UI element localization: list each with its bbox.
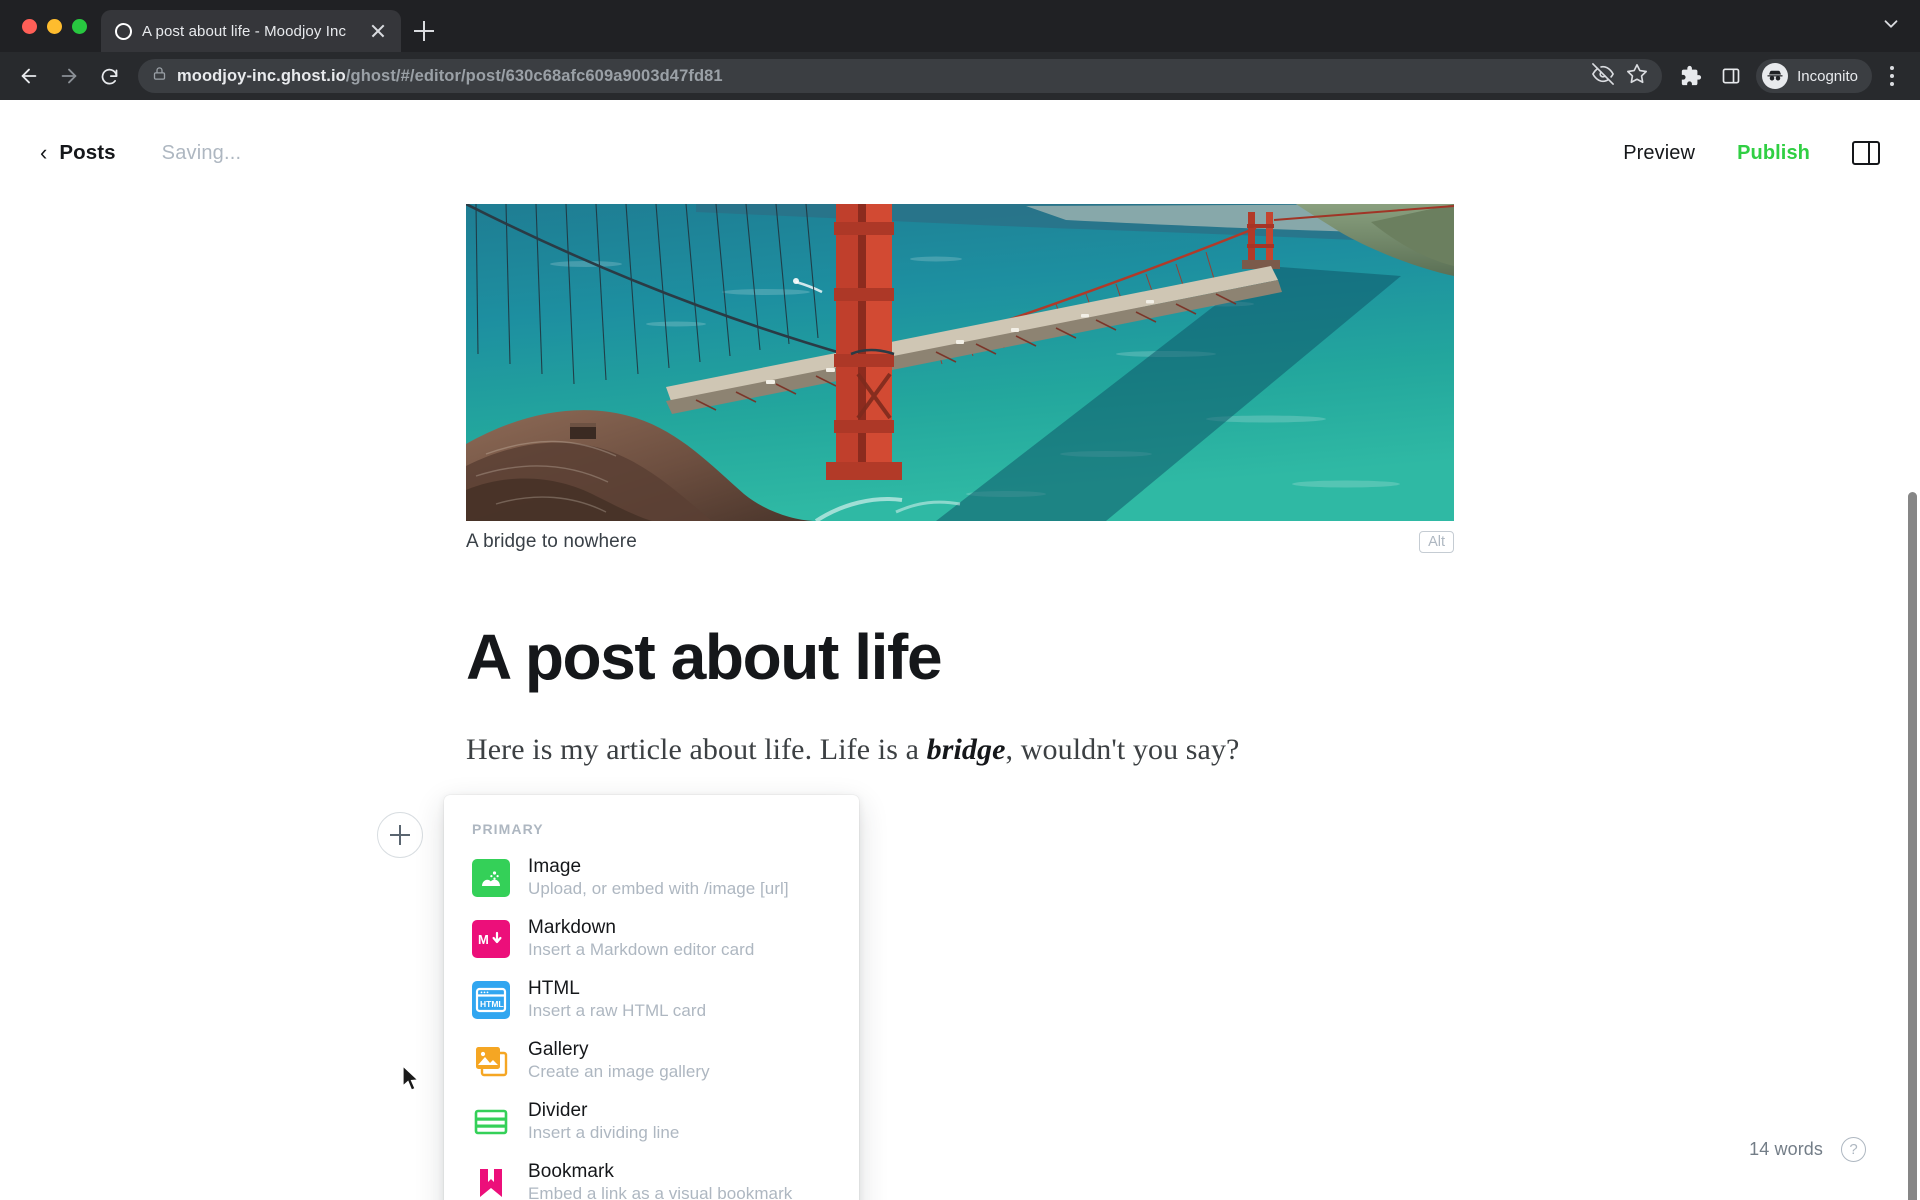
card-menu-item-texts: Bookmark Embed a link as a visual bookma… bbox=[528, 1161, 792, 1200]
html-card-icon: HTML bbox=[472, 980, 510, 1019]
post-title[interactable]: A post about life bbox=[466, 622, 1466, 692]
feature-image-caption-row: A bridge to nowhere Alt bbox=[466, 525, 1454, 559]
editor-status-bar: 14 words ? bbox=[1749, 1137, 1866, 1162]
card-menu-item-desc: Create an image gallery bbox=[528, 1062, 710, 1081]
new-tab-button[interactable] bbox=[401, 10, 447, 52]
back-icon[interactable] bbox=[10, 57, 48, 95]
card-menu-section-label: PRIMARY bbox=[472, 821, 544, 837]
window-traffic-lights bbox=[14, 0, 101, 52]
card-menu-item-desc: Insert a Markdown editor card bbox=[528, 940, 755, 959]
card-menu-item-desc: Upload, or embed with /image [url] bbox=[528, 879, 789, 898]
card-menu-item-texts: Divider Insert a dividing line bbox=[528, 1100, 679, 1143]
profile-incognito-button[interactable]: Incognito bbox=[1756, 59, 1872, 93]
omnibox-actions bbox=[1592, 62, 1648, 90]
minimize-window-button[interactable] bbox=[47, 18, 62, 34]
plus-icon bbox=[414, 21, 434, 41]
card-menu-item-texts: Gallery Create an image gallery bbox=[528, 1039, 710, 1082]
card-menu-item-gallery[interactable]: Gallery Create an image gallery bbox=[444, 1030, 859, 1091]
card-menu-item-title: Gallery bbox=[528, 1039, 589, 1060]
card-menu-item-desc: Insert a raw HTML card bbox=[528, 1001, 707, 1020]
tab-search-area bbox=[1880, 0, 1920, 52]
card-menu-item-texts: Markdown Insert a Markdown editor card bbox=[528, 917, 754, 960]
post-body-bold: bridge bbox=[926, 733, 1006, 766]
post-body-after: , wouldn't you say? bbox=[1005, 733, 1240, 766]
page-scrollbar-track[interactable] bbox=[1905, 100, 1920, 1200]
divider-card-icon bbox=[472, 1102, 510, 1141]
chevron-down-icon[interactable] bbox=[1880, 13, 1902, 40]
card-menu: PRIMARY Image Upload, or embed with /ima… bbox=[444, 795, 859, 1200]
reload-icon[interactable] bbox=[90, 57, 128, 95]
url-path: /ghost/#/editor/post/630c68afc609a9003d4… bbox=[345, 66, 723, 85]
page-scrollbar-thumb[interactable] bbox=[1908, 492, 1917, 1200]
card-menu-item-texts: HTML Insert a raw HTML card bbox=[528, 978, 706, 1021]
card-menu-item-title: Markdown bbox=[528, 917, 617, 938]
post-body-before: Here is my article about life. Life is a bbox=[466, 733, 927, 766]
preview-button[interactable]: Preview bbox=[1623, 142, 1695, 165]
word-count: 14 words bbox=[1749, 1139, 1823, 1159]
address-bar[interactable]: moodjoy-inc.ghost.io/ghost/#/editor/post… bbox=[138, 59, 1663, 93]
add-card-button[interactable] bbox=[377, 812, 423, 858]
profile-label: Incognito bbox=[1797, 67, 1858, 85]
close-window-button[interactable] bbox=[22, 18, 37, 34]
browser-window: A post about life - Moodjoy Inc moodjoy- bbox=[0, 0, 1920, 1200]
card-menu-item-markdown[interactable]: M Markdown Insert a Markdown editor card bbox=[444, 908, 859, 969]
card-menu-item-title: Divider bbox=[528, 1100, 588, 1121]
url-text: moodjoy-inc.ghost.io/ghost/#/editor/post… bbox=[177, 67, 723, 86]
feature-image[interactable] bbox=[466, 204, 1454, 521]
eye-off-icon[interactable] bbox=[1592, 62, 1615, 90]
lock-icon bbox=[152, 66, 167, 86]
card-menu-item-title: HTML bbox=[528, 978, 580, 999]
post-body-paragraph[interactable]: Here is my article about life. Life is a… bbox=[466, 727, 1516, 772]
card-menu-item-html[interactable]: HTML HTML Insert a raw HTML card bbox=[444, 969, 859, 1030]
card-menu-item-image[interactable]: Image Upload, or embed with /image [url] bbox=[444, 847, 859, 908]
editor-scroll-area: A bridge to nowhere Alt A post about lif… bbox=[0, 100, 1920, 1200]
maximize-window-button[interactable] bbox=[72, 18, 87, 34]
tab-strip: A post about life - Moodjoy Inc bbox=[0, 0, 1920, 52]
card-menu-item-desc: Embed a link as a visual bookmark bbox=[528, 1184, 793, 1200]
extensions-icon[interactable] bbox=[1672, 57, 1710, 95]
page-viewport: A bridge to nowhere Alt A post about lif… bbox=[0, 100, 1920, 1200]
url-host: moodjoy-inc.ghost.io bbox=[177, 66, 346, 85]
card-menu-item-desc: Insert a dividing line bbox=[528, 1123, 680, 1142]
chrome-menu-icon[interactable] bbox=[1876, 57, 1908, 95]
tab-title: A post about life - Moodjoy Inc bbox=[142, 22, 347, 40]
sidebar-toggle-icon[interactable] bbox=[1852, 141, 1880, 165]
forward-icon[interactable] bbox=[50, 57, 88, 95]
publish-button[interactable]: Publish bbox=[1737, 142, 1810, 165]
card-menu-item-texts: Image Upload, or embed with /image [url] bbox=[528, 856, 789, 899]
close-icon[interactable] bbox=[367, 20, 389, 42]
card-menu-item-divider[interactable]: Divider Insert a dividing line bbox=[444, 1091, 859, 1152]
browser-tab[interactable]: A post about life - Moodjoy Inc bbox=[101, 10, 401, 52]
card-menu-item-title: Bookmark bbox=[528, 1161, 614, 1182]
svg-text:M: M bbox=[478, 932, 489, 947]
save-status: Saving... bbox=[161, 141, 242, 164]
chevron-left-icon: ‹ bbox=[40, 140, 48, 165]
bookmark-star-icon[interactable] bbox=[1618, 63, 1648, 90]
image-card-icon bbox=[472, 858, 510, 897]
bookmark-card-icon bbox=[472, 1163, 510, 1200]
ghost-logo-icon bbox=[115, 22, 132, 40]
feature-image-caption[interactable]: A bridge to nowhere bbox=[466, 531, 637, 553]
gallery-card-icon bbox=[472, 1041, 510, 1080]
alt-text-badge[interactable]: Alt bbox=[1419, 530, 1454, 554]
editor-header: ‹ Posts Saving... Preview Publish bbox=[0, 100, 1920, 206]
browser-toolbar: moodjoy-inc.ghost.io/ghost/#/editor/post… bbox=[0, 52, 1920, 100]
back-to-posts-label: Posts bbox=[59, 141, 116, 164]
card-menu-item-bookmark[interactable]: Bookmark Embed a link as a visual bookma… bbox=[444, 1152, 859, 1200]
markdown-card-icon: M bbox=[472, 919, 510, 958]
svg-text:HTML: HTML bbox=[480, 999, 504, 1009]
back-to-posts-button[interactable]: ‹ Posts bbox=[40, 141, 116, 165]
card-menu-item-title: Image bbox=[528, 856, 582, 877]
plus-icon bbox=[390, 825, 410, 845]
editor-header-actions: Preview Publish bbox=[1623, 141, 1880, 165]
incognito-icon bbox=[1762, 63, 1789, 89]
help-icon[interactable]: ? bbox=[1841, 1137, 1866, 1162]
side-panel-icon[interactable] bbox=[1712, 57, 1750, 95]
